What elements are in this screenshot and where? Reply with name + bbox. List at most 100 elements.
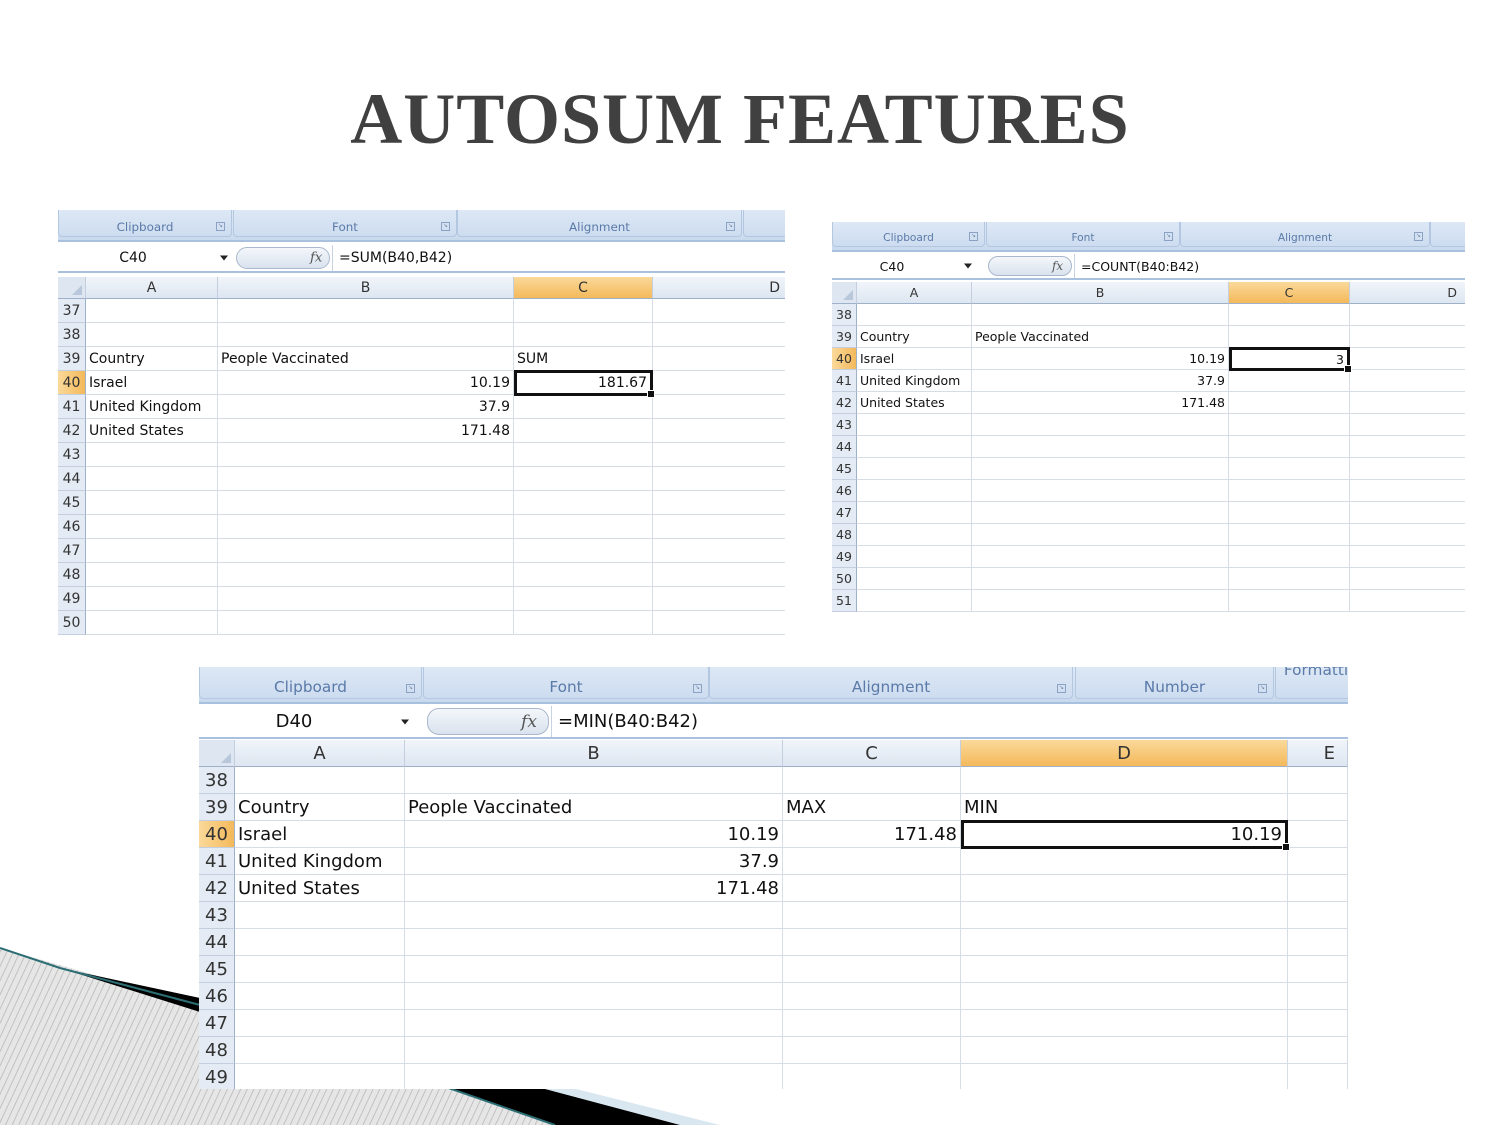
cell-c51[interactable] <box>1229 590 1350 612</box>
chevron-down-icon[interactable] <box>401 719 409 724</box>
name-box[interactable]: C40 <box>832 254 952 278</box>
cell-b38[interactable] <box>218 323 514 347</box>
cell-c49[interactable] <box>783 1064 961 1089</box>
dialog-launcher-icon[interactable]: ↘ <box>1057 684 1066 693</box>
cell-e39[interactable] <box>1288 794 1348 821</box>
cell-a40[interactable]: Israel <box>86 371 218 395</box>
cell-a44[interactable] <box>235 929 405 956</box>
dialog-launcher-icon[interactable]: ↘ <box>216 222 225 231</box>
row-header-47[interactable]: 47 <box>832 502 857 524</box>
row-header-50[interactable]: 50 <box>832 568 857 590</box>
cell-c41[interactable] <box>1229 370 1350 392</box>
cell-a49[interactable] <box>86 587 218 611</box>
cell-c45[interactable] <box>783 956 961 983</box>
cell-a51[interactable] <box>857 590 972 612</box>
row-header-40[interactable]: 40 <box>58 371 86 395</box>
row-header-38[interactable]: 38 <box>832 304 857 326</box>
cell-e44[interactable] <box>1288 929 1348 956</box>
cell-b47[interactable] <box>405 1010 783 1037</box>
cell-b43[interactable] <box>972 414 1229 436</box>
cell-c46[interactable] <box>1229 480 1350 502</box>
row-header-39[interactable]: 39 <box>832 326 857 348</box>
cell-b43[interactable] <box>405 902 783 929</box>
row-header-44[interactable]: 44 <box>199 929 235 956</box>
cell-d37[interactable] <box>653 299 785 323</box>
cell-a42[interactable]: United States <box>86 419 218 443</box>
cell-a44[interactable] <box>857 436 972 458</box>
column-header-a[interactable]: A <box>86 277 218 299</box>
cell-b44[interactable] <box>972 436 1229 458</box>
cell-c46[interactable] <box>783 983 961 1010</box>
cell-b48[interactable] <box>972 524 1229 546</box>
column-header-b[interactable]: B <box>972 282 1229 304</box>
cell-c40[interactable]: 181.67 <box>514 370 655 398</box>
ribbon-group-alignment[interactable]: Alignment ↘ <box>457 210 742 237</box>
ribbon-group-clipboard[interactable]: Clipboard ↘ <box>832 222 985 247</box>
cell-d42[interactable] <box>1350 392 1465 414</box>
cell-d45[interactable] <box>1350 458 1465 480</box>
cell-a40[interactable]: Israel <box>235 821 405 848</box>
column-header-b[interactable]: B <box>405 740 783 767</box>
cell-a46[interactable] <box>235 983 405 1010</box>
cell-a44[interactable] <box>86 467 218 491</box>
cell-a49[interactable] <box>857 546 972 568</box>
cell-d43[interactable] <box>653 443 785 467</box>
row-header-45[interactable]: 45 <box>58 491 86 515</box>
cell-d39[interactable]: MIN <box>961 794 1288 821</box>
cell-a45[interactable] <box>235 956 405 983</box>
row-header-42[interactable]: 42 <box>58 419 86 443</box>
cell-e47[interactable] <box>1288 1010 1348 1037</box>
ribbon-group-partial[interactable] <box>1430 222 1465 247</box>
cell-e48[interactable] <box>1288 1037 1348 1064</box>
row-header-49[interactable]: 49 <box>58 587 86 611</box>
cell-b40[interactable]: 10.19 <box>405 821 783 848</box>
row-header-38[interactable]: 38 <box>58 323 86 347</box>
column-header-a[interactable]: A <box>857 282 972 304</box>
row-header-48[interactable]: 48 <box>832 524 857 546</box>
cell-d39[interactable] <box>1350 326 1465 348</box>
cell-c48[interactable] <box>1229 524 1350 546</box>
cell-c39[interactable]: MAX <box>783 794 961 821</box>
fx-icon[interactable]: fx <box>521 712 537 732</box>
cell-d38[interactable] <box>653 323 785 347</box>
cell-c44[interactable] <box>783 929 961 956</box>
cell-c49[interactable] <box>514 587 653 611</box>
cell-c41[interactable] <box>783 848 961 875</box>
cell-c43[interactable] <box>783 902 961 929</box>
dialog-launcher-icon[interactable]: ↘ <box>726 222 735 231</box>
cell-b42[interactable]: 171.48 <box>405 875 783 902</box>
row-header-41[interactable]: 41 <box>832 370 857 392</box>
row-header-51[interactable]: 51 <box>832 590 857 612</box>
cell-c40[interactable]: 171.48 <box>783 821 961 848</box>
row-header-49[interactable]: 49 <box>199 1064 235 1089</box>
cell-a40[interactable]: Israel <box>857 348 972 370</box>
ribbon-group-alignment[interactable]: Alignment ↘ <box>1180 222 1430 247</box>
cell-a39[interactable]: Country <box>86 347 218 371</box>
cell-d40[interactable]: 10.19 <box>961 820 1290 851</box>
cell-d50[interactable] <box>1350 568 1465 590</box>
cell-a42[interactable]: United States <box>857 392 972 414</box>
cell-a48[interactable] <box>857 524 972 546</box>
column-header-c[interactable]: C <box>1229 282 1350 304</box>
cell-b39[interactable]: People Vaccinated <box>405 794 783 821</box>
cell-a46[interactable] <box>86 515 218 539</box>
cell-d48[interactable] <box>961 1037 1288 1064</box>
row-header-50[interactable]: 50 <box>58 611 86 635</box>
cell-a41[interactable]: United Kingdom <box>86 395 218 419</box>
cell-d49[interactable] <box>961 1064 1288 1089</box>
row-header-48[interactable]: 48 <box>58 563 86 587</box>
dialog-launcher-icon[interactable]: ↘ <box>693 684 702 693</box>
cell-c47[interactable] <box>1229 502 1350 524</box>
cell-a48[interactable] <box>86 563 218 587</box>
cell-e38[interactable] <box>1288 767 1348 794</box>
cell-b49[interactable] <box>972 546 1229 568</box>
cell-a47[interactable] <box>86 539 218 563</box>
cell-d38[interactable] <box>1350 304 1465 326</box>
cell-a45[interactable] <box>86 491 218 515</box>
cell-d44[interactable] <box>1350 436 1465 458</box>
cell-b49[interactable] <box>218 587 514 611</box>
row-header-37[interactable]: 37 <box>58 299 86 323</box>
cell-a48[interactable] <box>235 1037 405 1064</box>
cell-a50[interactable] <box>857 568 972 590</box>
cell-a41[interactable]: United Kingdom <box>235 848 405 875</box>
